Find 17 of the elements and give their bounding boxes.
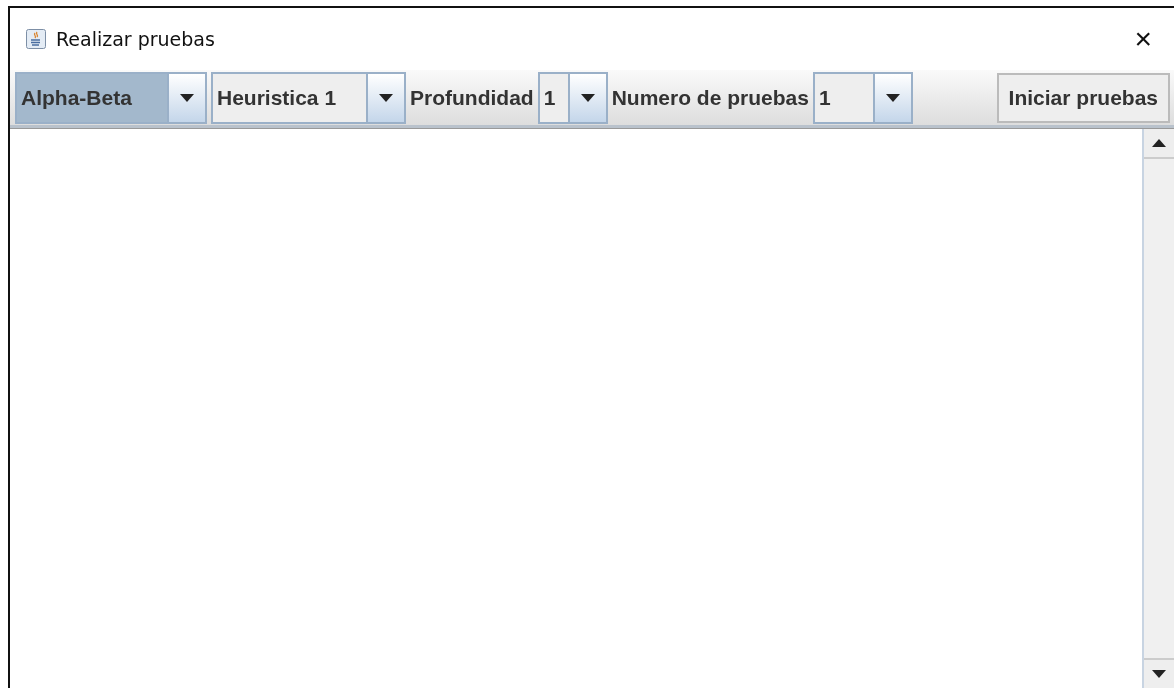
dropdown[interactable]: 1 [812,71,913,124]
caret-icon [885,93,900,102]
scroll-down-icon[interactable] [1152,670,1166,678]
window-title: Realizar pruebas [56,28,215,50]
cup-icon [26,29,46,49]
caret-icon [580,93,595,102]
field-label: Numero de pruebas [611,85,809,110]
field-label: Profundidad [410,85,534,110]
scroll-up-icon[interactable] [1152,139,1166,147]
dropdown[interactable]: 1 [537,71,608,124]
caret-icon [180,93,194,102]
dropdown[interactable]: Heuristica 1 [211,71,406,124]
close-button[interactable]: × [1134,24,1152,54]
start-button[interactable]: Iniciar pruebas [996,72,1170,123]
scrollbar[interactable] [1142,129,1174,688]
dropdown[interactable]: Alpha-Beta [15,71,207,124]
caret-icon [379,93,393,102]
